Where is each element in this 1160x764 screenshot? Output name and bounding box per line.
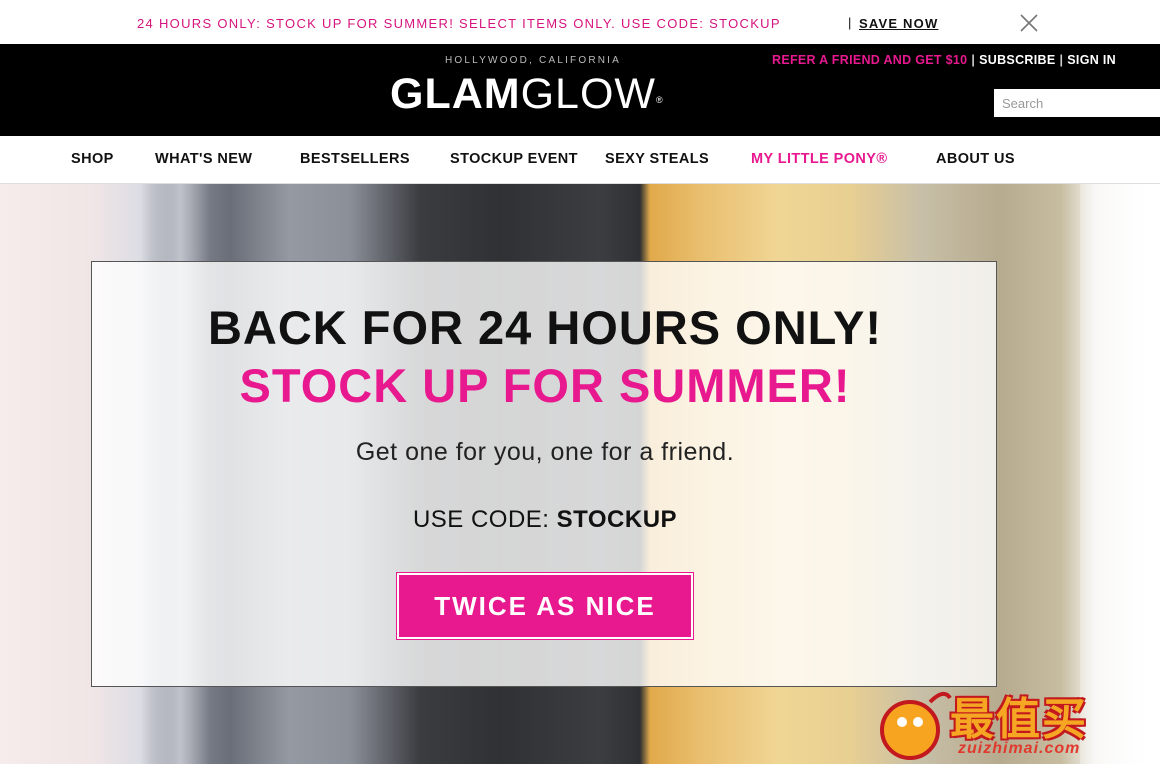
search-input[interactable]: [994, 89, 1160, 117]
nav-item-my-little-pony[interactable]: MY LITTLE PONY®: [751, 151, 887, 167]
logo-registered-mark: ®: [656, 95, 664, 105]
close-icon[interactable]: [1018, 12, 1040, 34]
glamglow-logo[interactable]: GLAMGLOW®: [390, 70, 664, 118]
main-nav: SHOP WHAT'S NEW BESTSELLERS STOCKUP EVEN…: [0, 136, 1160, 184]
nav-item-shop[interactable]: SHOP: [71, 151, 114, 167]
divider: |: [971, 53, 976, 67]
nav-item-whats-new[interactable]: WHAT'S NEW: [155, 151, 252, 167]
subscribe-link[interactable]: SUBSCRIBE: [979, 53, 1055, 67]
watermark-chinese-text: 最值买: [950, 695, 1088, 744]
divider: |: [1059, 53, 1064, 67]
logo-light-part: GLOW: [520, 70, 656, 118]
nav-item-stockup-event[interactable]: STOCKUP EVENT: [450, 151, 578, 167]
sign-in-link[interactable]: SIGN IN: [1067, 53, 1116, 67]
nav-item-about-us[interactable]: ABOUT US: [936, 151, 1015, 167]
promo-code-label: USE CODE:: [412, 506, 557, 533]
texture-streak: [1080, 184, 1160, 764]
hero-subtext: Get one for you, one for a friend.: [355, 438, 735, 466]
promo-code: USE CODE: STOCKUP: [92, 506, 998, 534]
promo-code-value: STOCKUP: [556, 506, 678, 533]
nav-item-bestsellers[interactable]: BESTSELLERS: [300, 151, 410, 167]
twice-as-nice-button[interactable]: TWICE AS NICE: [396, 572, 694, 640]
refer-friend-link[interactable]: REFER A FRIEND AND GET $10: [772, 53, 967, 67]
save-now-link[interactable]: SAVE NOW: [859, 16, 938, 31]
logo-bold-part: GLAM: [390, 70, 521, 118]
promo-bar: 24 HOURS ONLY: STOCK UP FOR SUMMER! SELE…: [0, 0, 1160, 44]
mascot-icon: [880, 691, 952, 760]
promo-message: 24 HOURS ONLY: STOCK UP FOR SUMMER! SELE…: [137, 16, 781, 31]
promo-modal: BACK FOR 24 HOURS ONLY! STOCK UP FOR SUM…: [91, 261, 997, 687]
promo-separator: |: [848, 15, 852, 30]
nav-item-sexy-steals[interactable]: SEXY STEALS: [605, 151, 709, 167]
utility-links: REFER A FRIEND AND GET $10 | SUBSCRIBE | SIG…: [772, 53, 1116, 67]
site-header: HOLLYWOOD, CALIFORNIA GLAMGLOW® REFER A …: [0, 44, 1160, 136]
brand-tagline: HOLLYWOOD, CALIFORNIA: [445, 55, 622, 66]
hero-headline-accent: STOCK UP FOR SUMMER!: [239, 359, 851, 412]
watermark-domain-text: zuizhimai.com: [958, 740, 1081, 757]
hero-headline: BACK FOR 24 HOURS ONLY!: [207, 301, 883, 354]
hero-banner: BACK FOR 24 HOURS ONLY! STOCK UP FOR SUM…: [0, 184, 1160, 764]
